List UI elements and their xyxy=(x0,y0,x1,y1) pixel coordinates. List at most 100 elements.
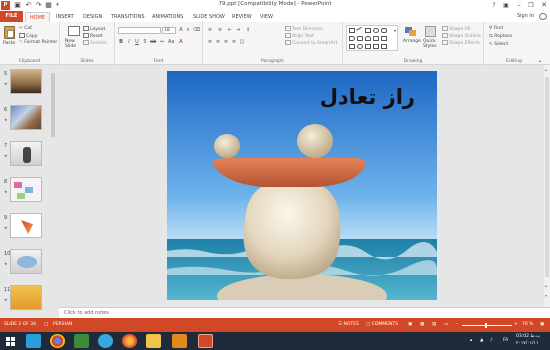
paste-button[interactable]: Paste xyxy=(3,41,15,47)
layout-button[interactable]: Layout xyxy=(83,26,105,33)
arrange-button[interactable]: Arrange xyxy=(403,39,421,45)
zoom-slider-handle[interactable] xyxy=(485,323,487,328)
decrease-font-icon[interactable]: A xyxy=(185,27,191,33)
tab-file[interactable]: FILE xyxy=(0,11,23,22)
shape-effects-button[interactable]: Shape Effects xyxy=(442,40,480,47)
connector-shape-icon[interactable] xyxy=(381,44,387,49)
network-icon[interactable]: ▲ xyxy=(480,338,483,343)
windows-start-icon[interactable] xyxy=(3,334,18,348)
align-right-icon[interactable]: ≡ xyxy=(223,39,229,45)
quick-styles-button[interactable]: Quick Styles xyxy=(423,39,439,49)
slide-thumbnail[interactable] xyxy=(10,213,42,238)
media-player-icon[interactable] xyxy=(172,334,187,348)
tab-transitions[interactable]: TRANSITIONS xyxy=(111,12,145,22)
shape-outline-button[interactable]: Shape Outline xyxy=(442,33,481,40)
clock-date[interactable]: ۲۰۱۷/۰۱/۱۱ xyxy=(516,341,538,346)
star-shape-icon[interactable] xyxy=(373,36,379,41)
new-slide-button[interactable]: New Slide xyxy=(65,39,83,49)
font-name-box[interactable] xyxy=(118,27,161,34)
arrow-shape-icon[interactable] xyxy=(349,36,355,41)
slide-show-view-icon[interactable]: ▭ xyxy=(444,322,448,327)
align-center-icon[interactable]: ≡ xyxy=(215,39,221,45)
firefox-icon[interactable] xyxy=(122,334,137,348)
zoom-slider[interactable] xyxy=(462,323,512,328)
comments-toggle[interactable]: □ COMMENTS xyxy=(366,322,398,327)
tab-view[interactable]: VIEW xyxy=(260,12,273,22)
slide-thumbnail[interactable] xyxy=(10,177,42,202)
align-text-button[interactable]: Align Text xyxy=(285,33,314,40)
internet-download-manager-icon[interactable] xyxy=(74,334,89,348)
brace-shape-icon[interactable] xyxy=(349,44,355,49)
text-box-shape-icon[interactable] xyxy=(349,28,355,33)
shadow-icon[interactable]: S xyxy=(142,39,148,45)
vertical-scrollbar[interactable]: ▴ ▴ ▾ xyxy=(544,65,550,307)
collapse-ribbon-icon[interactable]: ▴ xyxy=(539,58,541,63)
find-button[interactable]: ⚲ Find xyxy=(489,26,503,32)
font-color-icon[interactable]: A xyxy=(178,39,184,45)
input-language[interactable]: FA xyxy=(503,338,508,343)
arc-shape-icon[interactable] xyxy=(365,36,371,41)
zoom-level[interactable]: 70 % xyxy=(522,322,533,327)
chrome-icon[interactable] xyxy=(50,334,65,348)
tab-review[interactable]: REVIEW xyxy=(232,12,252,22)
convert-smartart-button[interactable]: Convert to SmartArt xyxy=(285,40,337,47)
fit-slide-icon[interactable]: ▣ xyxy=(540,322,544,327)
underline-icon[interactable]: U xyxy=(134,39,140,45)
clock-time[interactable]: 03:02 ب.ظ xyxy=(516,334,540,339)
close-button[interactable]: ✕ xyxy=(537,0,550,11)
font-size-box[interactable]: 18 xyxy=(162,27,176,34)
reading-view-icon[interactable]: ▤ xyxy=(432,322,436,327)
columns-icon[interactable]: ◫ xyxy=(239,39,245,45)
format-painter-button[interactable]: ✎ Format Painter xyxy=(19,40,57,46)
powerpoint-taskbar-icon[interactable] xyxy=(198,334,213,348)
shapes-gallery[interactable]: ▾ xyxy=(346,25,398,51)
zoom-in-icon[interactable]: + xyxy=(514,322,518,327)
justify-icon[interactable]: ≡ xyxy=(231,39,237,45)
numbering-icon[interactable]: ≡ xyxy=(217,27,223,33)
bold-icon[interactable]: B xyxy=(118,39,124,45)
slide-sorter-view-icon[interactable]: ▦ xyxy=(420,322,424,327)
slide-thumbnail[interactable] xyxy=(10,105,42,130)
internet-explorer-icon[interactable] xyxy=(98,334,113,348)
increase-font-icon[interactable]: A xyxy=(178,27,184,33)
increase-indent-icon[interactable]: ⇥ xyxy=(235,27,241,33)
decrease-indent-icon[interactable]: ⇤ xyxy=(227,27,233,33)
scroll-up-icon[interactable]: ▴ xyxy=(545,67,547,72)
smiley-shape-icon[interactable] xyxy=(357,44,363,49)
tray-arrow-icon[interactable]: ▴ xyxy=(470,338,472,343)
select-button[interactable]: ↖ Select xyxy=(489,42,508,48)
callout-shape-icon[interactable] xyxy=(357,36,363,41)
arrange-icon[interactable] xyxy=(405,27,417,37)
triangle-shape-icon[interactable] xyxy=(381,36,387,41)
ribbon-display-options-icon[interactable]: ▣ xyxy=(499,0,513,11)
slide-thumbnail[interactable] xyxy=(10,249,42,274)
paste-icon[interactable] xyxy=(4,26,15,39)
thumbnails-scroll-thumb[interactable] xyxy=(51,73,55,137)
current-slide[interactable]: راز تعادل xyxy=(167,71,437,300)
thumbnails-scrollbar[interactable] xyxy=(50,65,56,317)
clear-formatting-icon[interactable]: ⌫ xyxy=(193,27,200,33)
sign-in-link[interactable]: Sign in xyxy=(517,13,534,19)
tab-animations[interactable]: ANIMATIONS xyxy=(152,12,183,22)
tab-home[interactable]: HOME xyxy=(25,12,50,22)
file-explorer-icon[interactable] xyxy=(146,334,161,348)
notes-toggle[interactable]: ☰ NOTES xyxy=(338,322,359,327)
align-left-icon[interactable]: ≡ xyxy=(207,39,213,45)
oval-shape-icon[interactable] xyxy=(373,28,379,33)
zoom-out-icon[interactable]: – xyxy=(456,322,458,327)
character-spacing-icon[interactable]: ↔ xyxy=(159,39,165,45)
slide-thumbnail[interactable] xyxy=(10,285,42,310)
slide-thumbnail[interactable] xyxy=(10,141,42,166)
cut-button[interactable]: ✂ Cut xyxy=(19,26,32,32)
flowchart-shape-icon[interactable] xyxy=(373,44,379,49)
slide-title[interactable]: راز تعادل xyxy=(320,85,415,109)
section-button[interactable]: Section xyxy=(83,40,107,47)
bullets-icon[interactable]: ≡ xyxy=(207,27,213,33)
restore-button[interactable]: ❐ xyxy=(524,0,538,11)
italic-icon[interactable]: I xyxy=(126,39,132,45)
next-slide-icon[interactable]: ▾ xyxy=(545,293,547,298)
change-case-icon[interactable]: Aa xyxy=(168,39,174,45)
replace-button[interactable]: ⇆ Replace xyxy=(489,34,512,40)
text-direction-button[interactable]: Text Direction xyxy=(285,26,323,33)
line-spacing-icon[interactable]: ↕ xyxy=(245,27,251,33)
